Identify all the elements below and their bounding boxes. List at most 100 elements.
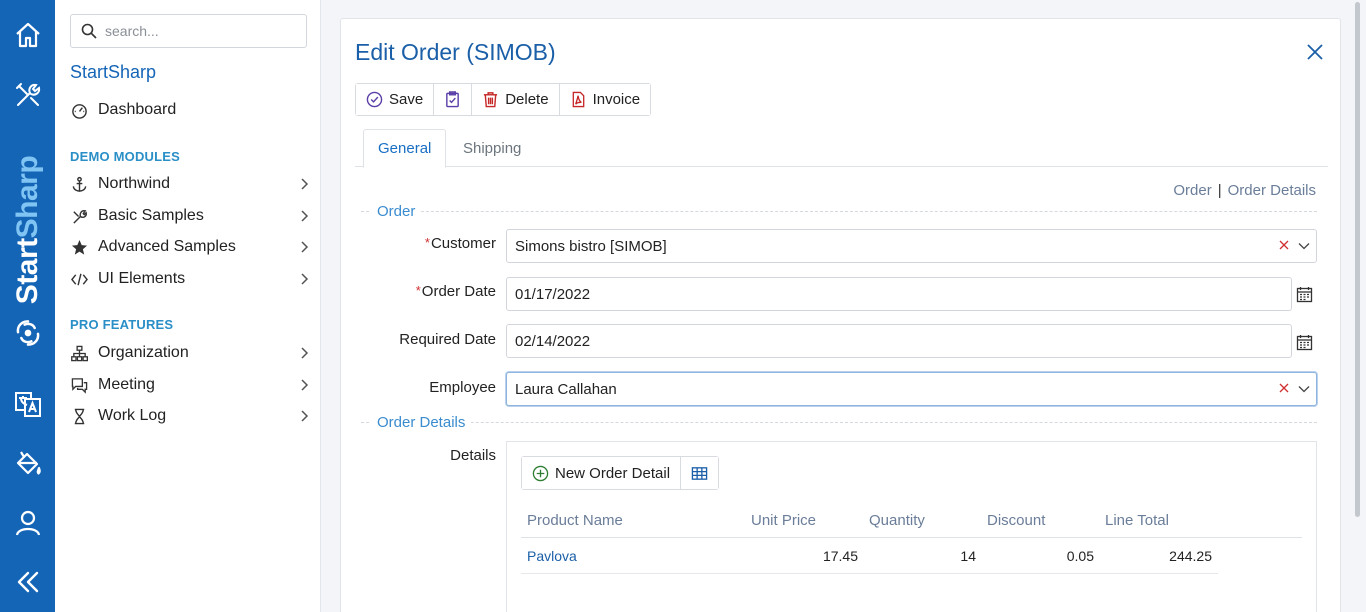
- sidebar-item-meeting[interactable]: Meeting: [70, 371, 310, 399]
- section-title-demo-modules: DEMO MODULES: [70, 149, 181, 164]
- customer-select[interactable]: Simons bistro [SIMOB]: [506, 229, 1317, 263]
- star-icon: [70, 238, 88, 256]
- search-input[interactable]: [105, 23, 295, 39]
- tools-icon: [70, 207, 88, 225]
- chevron-right-icon: [301, 241, 309, 253]
- grid-header: Product Name Unit Price Quantity Discoun…: [521, 502, 1302, 538]
- category-title: Order Details: [371, 414, 472, 431]
- sidebar-item-northwind[interactable]: Northwind: [70, 170, 310, 198]
- employee-select[interactable]: Laura Callahan: [506, 372, 1317, 406]
- tools-icon[interactable]: [0, 75, 55, 115]
- sidebar-item-dashboard[interactable]: Dashboard: [70, 96, 310, 124]
- chevron-down-icon[interactable]: [1298, 384, 1310, 394]
- category-link-order[interactable]: Order: [1173, 182, 1211, 199]
- user-icon[interactable]: [0, 503, 55, 543]
- hourglass-icon: [70, 407, 88, 425]
- sidebar-item-label: Dashboard: [98, 101, 177, 118]
- delete-label: Delete: [505, 91, 549, 108]
- column-header-line-total[interactable]: Line Total: [1105, 512, 1169, 529]
- sidebar-item-basic-samples[interactable]: Basic Samples: [70, 202, 310, 230]
- chat-icon: [70, 376, 88, 394]
- calendar-icon[interactable]: [1296, 334, 1313, 351]
- category-link-order-details[interactable]: Order Details: [1228, 182, 1316, 199]
- table-columns-icon: [691, 466, 708, 480]
- discount-cell: 0.05: [1066, 548, 1094, 564]
- chevron-down-icon[interactable]: [1298, 241, 1310, 251]
- tab-strip: General Shipping: [355, 129, 1328, 168]
- delete-button[interactable]: Delete: [472, 84, 560, 115]
- startsharp-logo-icon: [0, 313, 55, 353]
- tab-general[interactable]: General: [363, 129, 447, 168]
- column-header-product-name[interactable]: Product Name: [527, 512, 623, 529]
- clear-icon[interactable]: [1278, 239, 1290, 251]
- customer-label-text: Customer: [430, 235, 496, 252]
- order-date-label-text: Order Date: [421, 283, 496, 300]
- sidebar-item-ui-elements[interactable]: UI Elements: [70, 265, 310, 293]
- anchor-icon: [70, 175, 88, 193]
- sidebar-item-label: Advanced Samples: [98, 238, 236, 255]
- dialog-toolbar: Save Delete Invoice: [355, 83, 652, 116]
- employee-label: Employee: [429, 379, 496, 396]
- column-header-quantity[interactable]: Quantity: [869, 512, 925, 529]
- clipboard-check-icon: [446, 91, 460, 108]
- divider: [361, 211, 1317, 212]
- clear-icon[interactable]: [1278, 382, 1290, 394]
- customer-value: Simons bistro [SIMOB]: [515, 237, 667, 255]
- collapse-sidebar-icon[interactable]: [0, 562, 55, 602]
- category-links: Order | Order Details: [1173, 182, 1316, 199]
- translate-icon[interactable]: [0, 384, 55, 424]
- home-icon[interactable]: [0, 15, 55, 55]
- sidebar-item-advanced-samples[interactable]: Advanced Samples: [70, 233, 310, 261]
- divider: [361, 422, 1317, 423]
- chevron-right-icon: [301, 347, 309, 359]
- dashboard-icon: [70, 101, 88, 119]
- calendar-icon[interactable]: [1296, 286, 1313, 303]
- employee-value: Laura Callahan: [515, 380, 617, 398]
- apply-changes-button[interactable]: [434, 84, 473, 115]
- org-chart-icon: [70, 344, 88, 362]
- paint-bucket-icon[interactable]: [0, 443, 55, 483]
- grid-toolbar: New Order Detail: [521, 456, 720, 490]
- scrollbar-thumb[interactable]: [1355, 2, 1360, 517]
- customer-label: *Customer: [341, 235, 496, 252]
- page-scrollbar[interactable]: [1352, 0, 1366, 612]
- column-picker-button[interactable]: [681, 457, 719, 489]
- tab-shipping[interactable]: Shipping: [449, 129, 535, 167]
- save-label: Save: [389, 91, 424, 108]
- invoice-button[interactable]: Invoice: [559, 84, 651, 115]
- category-title: Order: [371, 203, 422, 220]
- sidebar-item-label: Meeting: [98, 376, 155, 393]
- order-date-input[interactable]: 01/17/2022: [506, 277, 1292, 311]
- trash-icon: [484, 92, 498, 108]
- sidebar-item-label: UI Elements: [98, 270, 186, 287]
- sidebar-item-work-log[interactable]: Work Log: [70, 402, 310, 430]
- chevron-right-icon: [301, 379, 309, 391]
- sidebar: StartSharp Dashboard DEMO MODULES Northw…: [55, 0, 321, 612]
- product-name-link[interactable]: Pavlova: [527, 548, 577, 564]
- brand-part1: Start: [11, 238, 44, 305]
- save-button[interactable]: Save: [356, 84, 435, 115]
- new-order-detail-button[interactable]: New Order Detail: [522, 457, 682, 489]
- column-header-discount[interactable]: Discount: [987, 512, 1045, 529]
- code-icon: [70, 270, 88, 288]
- close-icon[interactable]: [1306, 43, 1324, 61]
- section-title-pro-features: PRO FEATURES: [70, 317, 174, 332]
- required-mark: *: [424, 235, 430, 250]
- required-mark: *: [415, 283, 421, 298]
- sidebar-item-organization[interactable]: Organization: [70, 339, 310, 367]
- order-date-value: 01/17/2022: [515, 285, 591, 303]
- sidebar-item-label: Organization: [98, 344, 189, 361]
- column-header-unit-price[interactable]: Unit Price: [751, 512, 816, 529]
- search-box[interactable]: [70, 14, 307, 48]
- chevron-right-icon: [301, 410, 309, 422]
- chevron-right-icon: [301, 273, 309, 285]
- order-details-grid: New Order Detail Product Name Unit Price…: [506, 441, 1317, 612]
- app-title[interactable]: StartSharp: [70, 62, 156, 83]
- edit-order-dialog: Edit Order (SIMOB) Save Delete Invoice G…: [340, 18, 1341, 612]
- table-row: Pavlova 17.45 14 0.05 244.25: [521, 538, 1218, 574]
- chevron-right-icon: [301, 210, 309, 222]
- pdf-file-icon: [572, 91, 584, 108]
- required-date-input[interactable]: 02/14/2022: [506, 324, 1292, 358]
- dialog-title: Edit Order (SIMOB): [355, 39, 556, 65]
- sidebar-item-label: Work Log: [98, 407, 167, 424]
